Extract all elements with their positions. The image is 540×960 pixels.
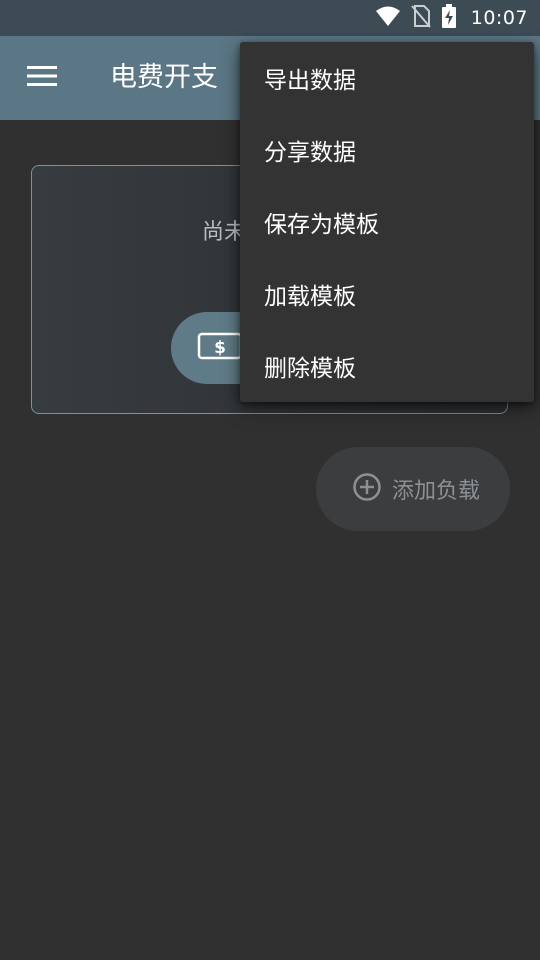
dollar-bill-icon: $	[197, 332, 243, 364]
menu-item-delete-template[interactable]: 删除模板	[240, 330, 534, 402]
overflow-menu: 导出数据 分享数据 保存为模板 加载模板 删除模板	[240, 42, 534, 402]
status-time: 10:07	[470, 7, 528, 29]
menu-item-load-template[interactable]: 加载模板	[240, 258, 534, 330]
add-circle-icon	[352, 472, 382, 506]
navigation-menu-button[interactable]	[14, 50, 70, 106]
add-load-button[interactable]: 添加负载	[316, 447, 510, 531]
battery-charging-icon	[441, 4, 457, 32]
wifi-icon	[375, 5, 401, 31]
add-load-label: 添加负载	[392, 479, 481, 504]
menu-item-save-template[interactable]: 保存为模板	[240, 186, 534, 258]
menu-item-export-data[interactable]: 导出数据	[240, 42, 534, 114]
svg-text:$: $	[214, 338, 226, 358]
status-icons: 10:07	[375, 0, 528, 36]
menu-item-share-data[interactable]: 分享数据	[240, 114, 534, 186]
page-title: 电费开支	[110, 62, 218, 93]
status-bar: 10:07	[0, 0, 540, 36]
hamburger-menu-icon	[27, 65, 57, 91]
no-sim-icon	[410, 4, 431, 32]
